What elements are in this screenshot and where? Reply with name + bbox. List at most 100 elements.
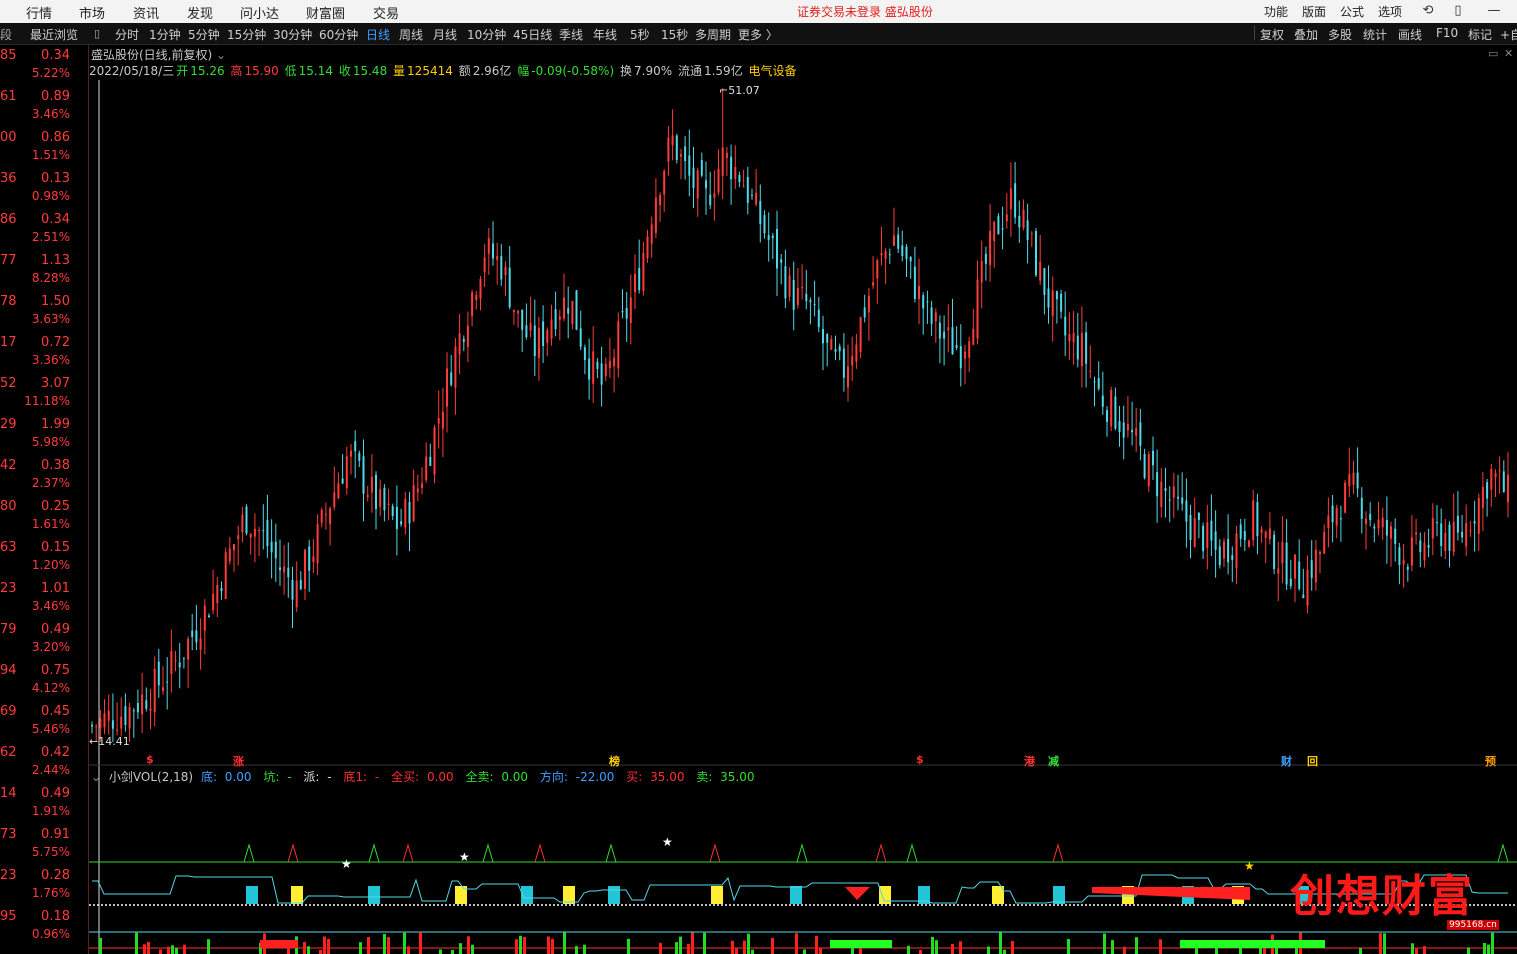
indicator-block	[1053, 886, 1065, 904]
quote-date: 2022/05/18/三	[89, 64, 175, 78]
chevron-down-icon[interactable]: ⌄	[91, 770, 101, 784]
chevron-down-icon[interactable]: ⌄	[216, 48, 226, 62]
candle-body	[149, 708, 152, 711]
indicator-name[interactable]: 小剑VOL(2,18)	[109, 770, 193, 784]
indicator-bar	[859, 947, 862, 954]
indicator-bar	[471, 944, 474, 954]
candle-body	[1001, 228, 1004, 230]
candle-body	[1231, 555, 1234, 561]
candle-body	[304, 549, 306, 589]
candle-body	[1181, 497, 1184, 504]
candle-body	[1444, 532, 1447, 551]
candle-body	[441, 411, 444, 429]
candle-body	[299, 580, 302, 590]
candle-body	[629, 297, 632, 323]
window-restore-icon[interactable]: ▭	[1488, 47, 1498, 60]
candle-body	[358, 453, 361, 461]
candle-body	[730, 156, 733, 180]
candle-body	[571, 301, 574, 325]
candle-body	[111, 720, 114, 729]
candle-body	[1147, 454, 1150, 486]
quote-volume: 125414	[407, 64, 453, 78]
candle-body	[1339, 518, 1342, 520]
candle-body	[993, 221, 996, 241]
candle-body	[291, 580, 294, 600]
candle-body	[1122, 422, 1125, 438]
candle-body	[274, 541, 277, 559]
event-marker[interactable]: 回	[1307, 753, 1318, 769]
event-marker[interactable]: 榜	[609, 753, 620, 769]
event-marker[interactable]: 减	[1048, 753, 1059, 769]
candle-body	[1456, 515, 1459, 533]
indicator-bar	[703, 932, 706, 954]
indicator-bar	[407, 946, 410, 954]
candle-body	[563, 297, 565, 319]
candle-body	[320, 509, 323, 523]
candle-body	[145, 700, 148, 709]
quote-turnover: 7.90%	[634, 64, 673, 78]
candle-body	[450, 372, 453, 385]
candle-body	[667, 137, 670, 162]
close-panel-icon[interactable]: ✕	[1504, 47, 1513, 60]
candle-body	[1189, 515, 1192, 540]
indicator-bar	[751, 949, 754, 954]
candle-body	[989, 230, 992, 266]
indicator-bar	[327, 939, 330, 954]
candle-body	[805, 293, 808, 302]
candle-body	[1139, 422, 1142, 446]
kline-chart[interactable]: ★ ★ ★ ★	[0, 0, 1517, 954]
candle-body	[266, 520, 269, 546]
candle-body	[329, 508, 332, 525]
event-marker[interactable]: 港	[1024, 753, 1035, 769]
event-marker[interactable]: 涨	[233, 753, 244, 769]
indicator-bar	[1411, 943, 1414, 954]
candle-body	[391, 506, 394, 516]
candle-body	[333, 492, 336, 508]
candle-body	[1177, 496, 1179, 499]
candle-body	[458, 333, 461, 355]
candle-body	[270, 541, 273, 553]
candle-body	[337, 483, 340, 499]
candle-body	[249, 533, 252, 538]
low-price-label: ←14.41	[89, 735, 130, 748]
candle-body	[542, 321, 545, 346]
candle-body	[888, 254, 891, 256]
candle-body	[212, 593, 215, 610]
indicator-bar	[319, 949, 322, 954]
candle-body	[1473, 521, 1476, 524]
candle-body	[1419, 540, 1422, 553]
candle-body	[713, 193, 716, 198]
candle-body	[1243, 531, 1246, 541]
chart-title[interactable]: 盛弘股份(日线,前复权) ⌄	[91, 46, 226, 63]
candle-body	[1498, 470, 1501, 472]
event-marker[interactable]: $	[146, 753, 154, 766]
candle-body	[604, 363, 607, 377]
indicator-bar	[1067, 938, 1070, 954]
candle-body	[1085, 332, 1088, 364]
event-marker[interactable]: 预	[1485, 753, 1496, 769]
star-icon: ★	[1244, 859, 1255, 873]
indicator-bar	[1487, 944, 1490, 954]
candle-body	[654, 197, 657, 233]
candle-body	[203, 605, 206, 631]
indicator-peak	[287, 843, 299, 863]
candle-body	[796, 287, 799, 305]
candle-body	[1210, 520, 1213, 541]
indicator-bar	[135, 932, 138, 954]
event-marker[interactable]: $	[916, 753, 924, 766]
candle-body	[1331, 505, 1334, 523]
quote-sector[interactable]: 电气设备	[749, 64, 797, 78]
candle-body	[1440, 523, 1443, 546]
candle-body	[746, 177, 749, 203]
candle-body	[742, 186, 745, 188]
candle-body	[1402, 559, 1405, 565]
event-marker[interactable]: 财	[1281, 753, 1292, 769]
candle-body	[1009, 188, 1012, 210]
indicator-bar	[419, 932, 422, 954]
candle-body	[980, 261, 983, 283]
candle-body	[809, 300, 812, 303]
candle-body	[955, 345, 958, 348]
candle-body	[822, 329, 824, 344]
candle-body	[1068, 334, 1071, 342]
indicator-bar	[467, 936, 470, 954]
